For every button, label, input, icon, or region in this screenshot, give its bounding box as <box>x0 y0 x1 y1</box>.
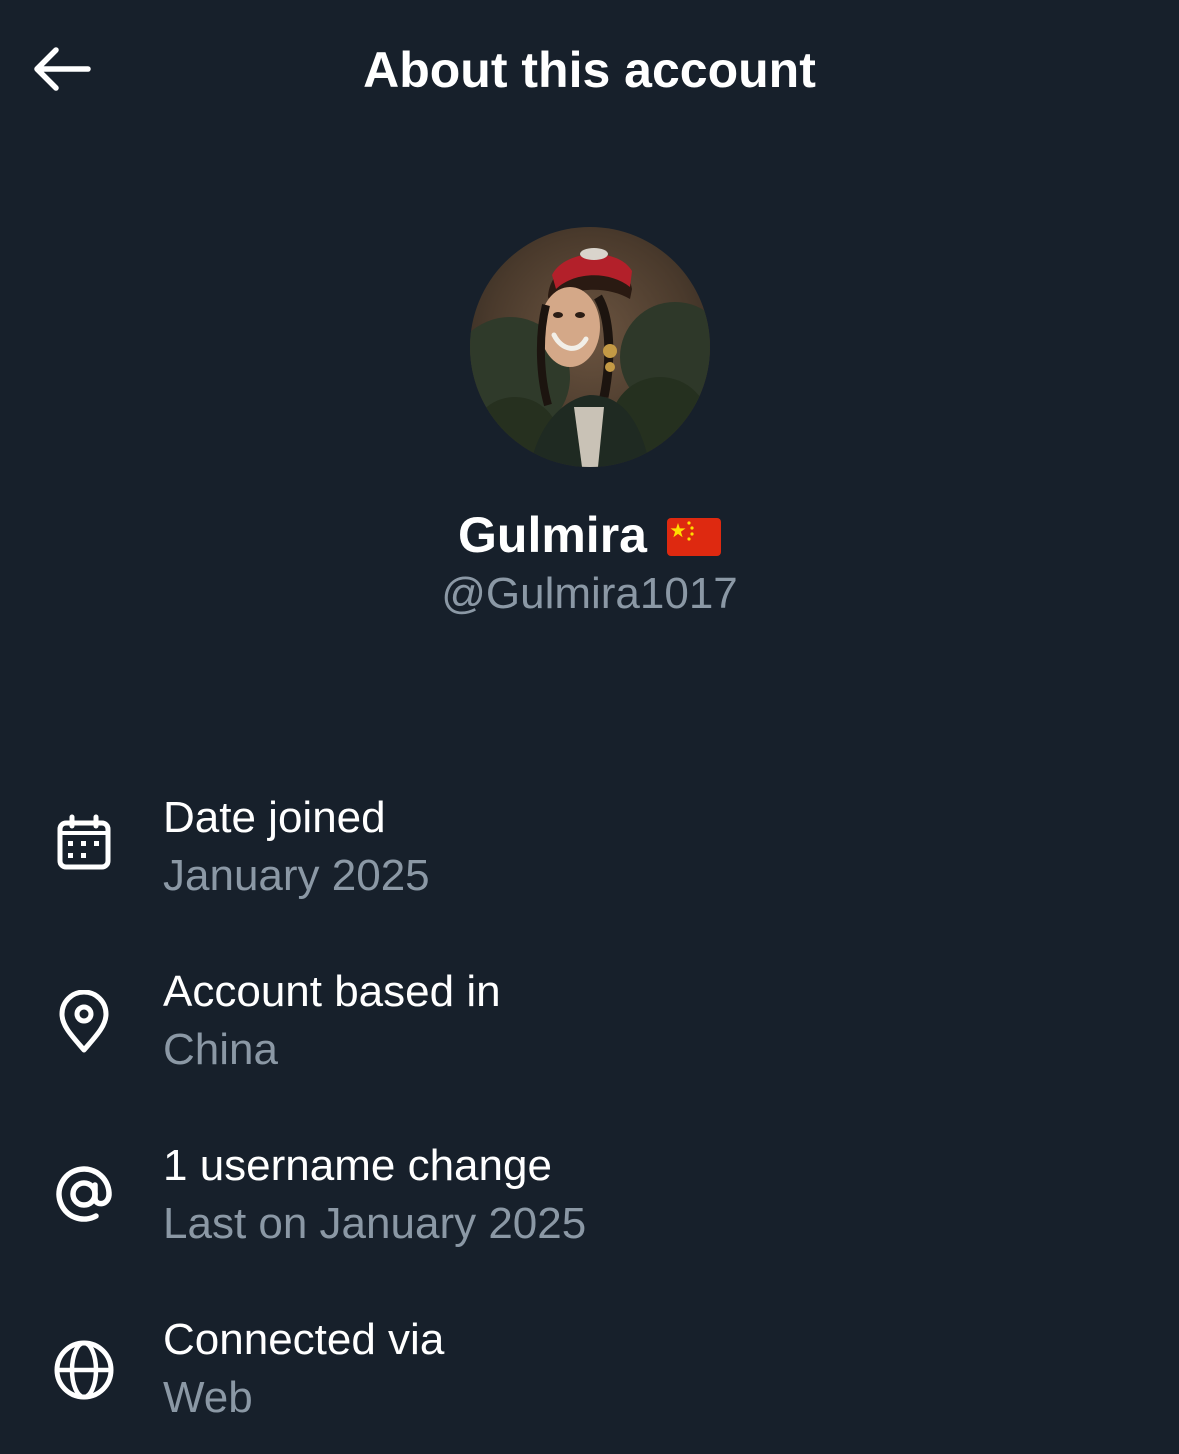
globe-icon <box>50 1336 118 1404</box>
info-value: January 2025 <box>163 851 430 900</box>
info-label: Connected via <box>163 1315 445 1364</box>
info-row-username-change: 1 username change Last on January 2025 <box>0 1138 1179 1258</box>
avatar-photo <box>470 227 710 467</box>
info-value: Web <box>163 1373 253 1422</box>
info-value: China <box>163 1025 278 1074</box>
info-label: Date joined <box>163 793 386 842</box>
info-row-account-based-in: Account based in China <box>0 964 1179 1084</box>
page-title: About this account <box>363 42 816 98</box>
info-row-date-joined: Date joined January 2025 <box>0 790 1179 910</box>
info-value: Last on January 2025 <box>163 1199 587 1248</box>
avatar[interactable] <box>470 227 710 467</box>
header-bar: About this account <box>0 0 1179 140</box>
china-flag-icon <box>666 518 721 556</box>
display-name: Gulmira <box>458 507 647 563</box>
calendar-icon <box>50 810 118 878</box>
info-label: 1 username change <box>163 1141 552 1190</box>
display-name-row: Gulmira <box>0 503 1179 567</box>
at-sign-icon <box>50 1160 118 1228</box>
info-label: Account based in <box>163 967 501 1016</box>
info-row-connected-via: Connected via Web <box>0 1312 1179 1432</box>
location-pin-icon <box>50 988 118 1056</box>
username-handle: @Gulmira1017 <box>441 569 738 618</box>
